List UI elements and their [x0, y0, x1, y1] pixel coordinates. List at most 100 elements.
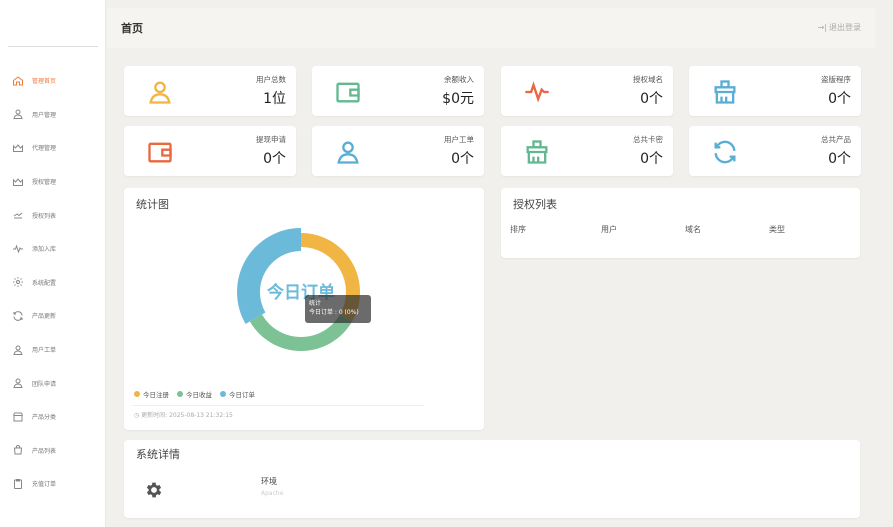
legend-swatch: [134, 391, 140, 397]
refresh-icon: [711, 138, 739, 166]
home-icon: [12, 75, 24, 87]
sidebar-item-1[interactable]: 用户管理: [0, 98, 106, 132]
stat-value: 0个: [828, 91, 851, 107]
stat-label: 提现申请: [256, 135, 286, 144]
sidebar: 管理首页用户管理代理管理授权管理授权列表添加入库系统配置产品更新用户工单团队申请…: [0, 0, 106, 527]
legend-item-2[interactable]: 今日订单: [220, 389, 255, 399]
gear-icon: [146, 482, 162, 498]
user-icon: [146, 78, 174, 106]
stat-value: 1位: [263, 91, 286, 107]
auth-col-sort[interactable]: 排序: [510, 224, 526, 235]
auth-col-domain[interactable]: 域名: [685, 224, 701, 235]
logout-label: 退出登录: [829, 23, 861, 32]
stat-card[interactable]: 总共产品 0个: [689, 126, 861, 176]
sidebar-item-3[interactable]: 授权管理: [0, 165, 106, 199]
page-title: 首页: [121, 22, 143, 35]
user-icon: [334, 138, 362, 166]
brush-icon: [711, 78, 739, 106]
legend-label: 今日订单: [229, 391, 255, 399]
sidebar-divider: [8, 46, 98, 47]
stat-value: 0个: [263, 151, 286, 167]
update-time: ◷ 更新时间: 2025-08-13 21:32:15: [134, 410, 233, 419]
page-header: 首页 →| 退出登录: [107, 8, 875, 48]
sidebar-item-2[interactable]: 代理管理: [0, 131, 106, 165]
stat-card[interactable]: 授权域名 0个: [501, 66, 673, 116]
sidebar-item-label: 产品列表: [32, 447, 57, 455]
chart-tooltip: 统计 今日订单 : 0 (0%): [305, 295, 371, 323]
stat-label: 盗版程序: [821, 75, 851, 84]
list-icon: [12, 209, 24, 221]
stat-card[interactable]: 用户总数 1位: [124, 66, 296, 116]
logout-button[interactable]: →| 退出登录: [818, 22, 861, 33]
sidebar-item-7[interactable]: 产品更新: [0, 299, 106, 333]
user-icon: [12, 377, 24, 389]
stat-value: 0个: [828, 151, 851, 167]
sidebar-item-label: 用户工单: [32, 347, 57, 355]
sidebar-item-6[interactable]: 系统配置: [0, 266, 106, 300]
stat-value: $0元: [442, 91, 474, 107]
legend-label: 今日收益: [186, 391, 212, 399]
chart-divider: [132, 405, 424, 406]
sidebar-item-label: 代理管理: [32, 145, 57, 153]
system-details-panel: 系统详情 环境 Apache: [124, 440, 860, 518]
crown-icon: [12, 142, 24, 154]
sidebar-item-10[interactable]: 产品分类: [0, 400, 106, 434]
sidebar-item-label: 产品分类: [32, 414, 57, 422]
tooltip-title: 统计: [309, 300, 322, 307]
legend-swatch: [177, 391, 183, 397]
legend-item-0[interactable]: 今日注册: [134, 389, 169, 399]
logout-icon: →|: [817, 23, 827, 32]
bag-icon: [12, 444, 24, 456]
stat-label: 总共产品: [821, 135, 851, 144]
legend-item-1[interactable]: 今日收益: [177, 389, 212, 399]
user-icon: [12, 108, 24, 120]
stat-card[interactable]: 余额收入 $0元: [312, 66, 484, 116]
chart-panel: 统计图 今日订单 统计 今日订单 : 0 (0%) 今日注册 今日收益 今日订单 ◷…: [124, 188, 484, 430]
sidebar-item-label: 团队申请: [32, 380, 57, 388]
stat-label: 用户工单: [444, 135, 474, 144]
sidebar-item-9[interactable]: 团队申请: [0, 366, 106, 400]
stat-card[interactable]: 提现申请 0个: [124, 126, 296, 176]
stat-label: 授权域名: [633, 75, 663, 84]
env-label: 环境: [261, 477, 277, 486]
donut-chart[interactable]: 今日订单: [124, 188, 484, 388]
sidebar-item-label: 产品更新: [32, 313, 57, 321]
tooltip-line: 今日订单 : 0 (0%): [309, 309, 359, 317]
sidebar-item-label: 添加入库: [32, 246, 57, 254]
gear-icon: [12, 276, 24, 288]
sidebar-item-label: 系统配置: [32, 279, 57, 287]
refresh-icon: [12, 310, 24, 322]
auth-list-title: 授权列表: [513, 198, 557, 211]
update-time-text: 更新时间: 2025-08-13 21:32:15: [141, 412, 233, 419]
stat-label: 用户总数: [256, 75, 286, 84]
stat-card[interactable]: 用户工单 0个: [312, 126, 484, 176]
stat-label: 总共卡密: [633, 135, 663, 144]
auth-col-user[interactable]: 用户: [601, 224, 617, 235]
sidebar-item-label: 授权列表: [32, 212, 57, 220]
stat-value: 0个: [451, 151, 474, 167]
sidebar-item-label: 充值订单: [32, 481, 57, 489]
sidebar-item-label: 管理首页: [32, 78, 57, 86]
sidebar-item-12[interactable]: 充值订单: [0, 467, 106, 501]
auth-col-type[interactable]: 类型: [769, 224, 785, 235]
shop-icon: [12, 411, 24, 423]
brush-icon: [523, 138, 551, 166]
sidebar-item-label: 用户管理: [32, 111, 57, 119]
stat-card[interactable]: 盗版程序 0个: [689, 66, 861, 116]
pulse-icon: [12, 243, 24, 255]
sidebar-item-label: 授权管理: [32, 179, 57, 187]
stat-label: 余额收入: [444, 75, 474, 84]
wallet-icon: [334, 78, 362, 106]
pie-slice-2[interactable]: [237, 228, 301, 324]
sidebar-item-5[interactable]: 添加入库: [0, 232, 106, 266]
stat-value: 0个: [640, 151, 663, 167]
sidebar-item-11[interactable]: 产品列表: [0, 434, 106, 468]
sidebar-item-0[interactable]: 管理首页: [0, 64, 106, 98]
pulse-icon: [523, 78, 551, 106]
sidebar-nav: 管理首页用户管理代理管理授权管理授权列表添加入库系统配置产品更新用户工单团队申请…: [0, 64, 106, 501]
env-value: Apache: [261, 490, 284, 497]
sidebar-item-8[interactable]: 用户工单: [0, 333, 106, 367]
sidebar-item-4[interactable]: 授权列表: [0, 198, 106, 232]
clipboard-icon: [12, 478, 24, 490]
stat-card[interactable]: 总共卡密 0个: [501, 126, 673, 176]
